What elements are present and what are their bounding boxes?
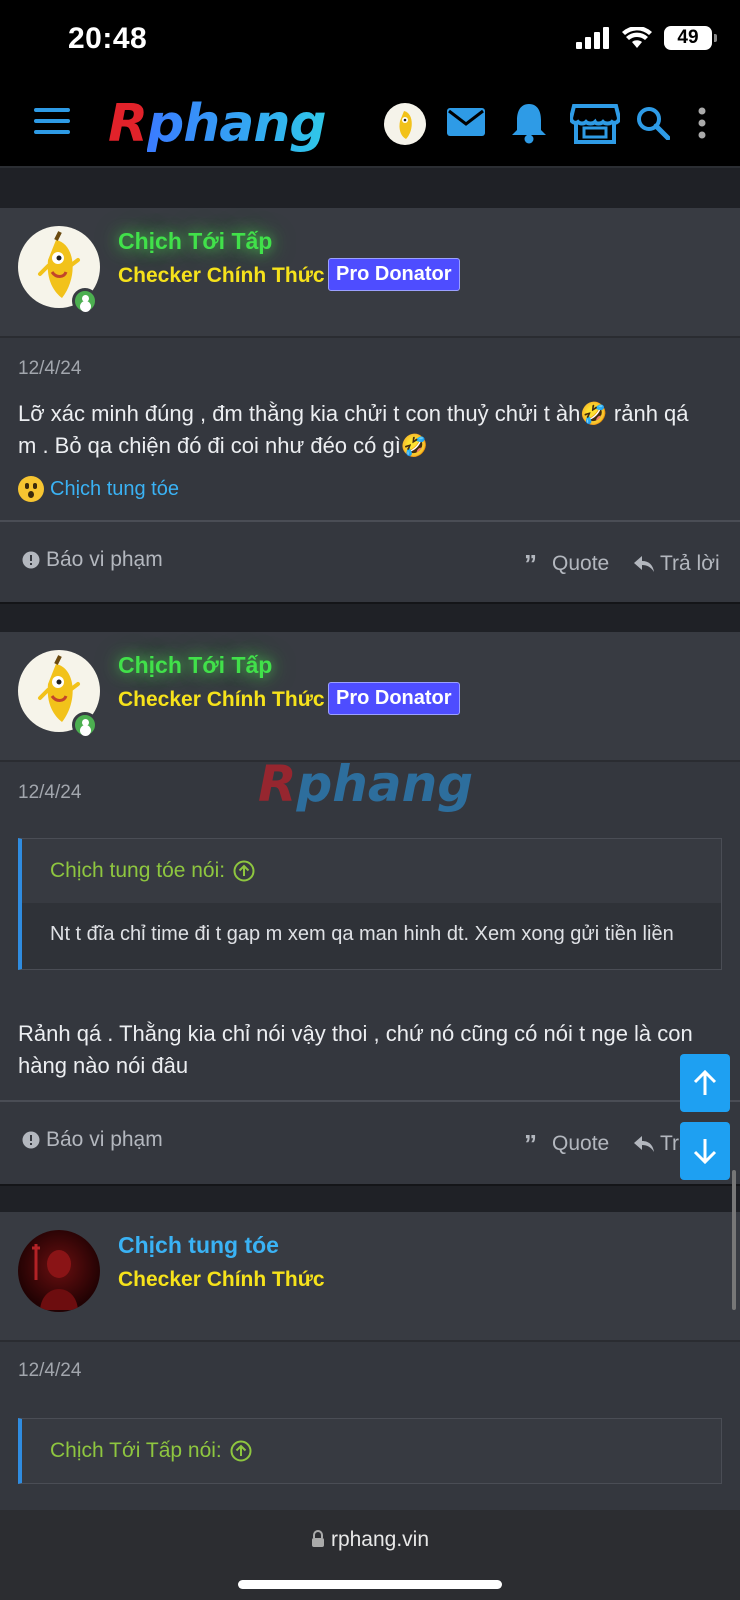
site-logo[interactable]: Rphang [108, 94, 327, 154]
post-date[interactable]: 12/4/24 [18, 1360, 81, 1382]
url-text: rphang.vin [330, 1528, 430, 1551]
status-icons: 49 [576, 26, 717, 50]
scrollbar[interactable] [732, 1170, 736, 1310]
user-title: Checker Chính Thức [118, 264, 325, 287]
quote-block: Chịch tung tóe nói: Nt t đĩa chỉ time đi… [18, 838, 722, 970]
reply-icon [634, 1136, 654, 1152]
home-indicator[interactable] [238, 1580, 502, 1589]
post-content: Rảnh qá . Thằng kia chỉ nói vậy thoi , c… [18, 1021, 693, 1078]
reaction-user[interactable]: Chịch tung tóe [50, 478, 179, 501]
quote-author[interactable]: Chịch Tới Tấp nói: [22, 1419, 721, 1483]
post: Chịch Tới Tấp Checker Chính Thức Pro Don… [0, 632, 740, 1184]
status-bar: 20:48 49 [0, 0, 740, 82]
report-button[interactable]: Báo vi phạm [22, 548, 163, 572]
quote-icon: ” [524, 1129, 537, 1159]
post-header: Chịch tung tóe Checker Chính Thức [0, 1212, 740, 1342]
user-title: Checker Chính Thức [118, 688, 325, 711]
arrow-up-icon [693, 1069, 717, 1095]
watermark-logo: Rphang [258, 755, 474, 813]
more-icon[interactable] [696, 106, 708, 140]
post-username[interactable]: Chịch tung tóe [118, 1232, 279, 1259]
signal-icon [576, 27, 609, 49]
quote-button[interactable]: ” Quote [524, 549, 609, 579]
scroll-bottom-button[interactable] [680, 1122, 730, 1180]
reaction-summary[interactable]: Chịch tung tóe [18, 476, 179, 502]
menu-icon[interactable] [34, 108, 70, 142]
search-icon[interactable] [636, 106, 670, 140]
pro-donator-badge: Pro Donator [328, 258, 460, 291]
reply-button[interactable]: Trả lời [634, 552, 720, 576]
quote-icon: ” [524, 549, 537, 579]
quote-button[interactable]: ” Quote [524, 1129, 609, 1159]
scroll-top-button[interactable] [680, 1054, 730, 1112]
post-username[interactable]: Chịch Tới Tấp [118, 228, 272, 255]
alert-icon [22, 1131, 40, 1149]
post-header: Chịch Tới Tấp Checker Chính Thức Pro Don… [0, 632, 740, 762]
reply-icon [634, 556, 654, 572]
lock-icon [311, 1530, 324, 1547]
arrow-down-icon [693, 1139, 717, 1165]
online-status-icon [72, 712, 98, 738]
post-header: Chịch Tới Tấp Checker Chính Thức Pro Don… [0, 208, 740, 338]
wifi-icon [622, 27, 652, 48]
divider [0, 1100, 740, 1102]
online-status-icon [72, 288, 98, 314]
post-date[interactable]: 12/4/24 [18, 358, 81, 380]
address-bar[interactable]: rphang.vin [0, 1528, 740, 1552]
report-button[interactable]: Báo vi phạm [22, 1128, 163, 1152]
post-date[interactable]: 12/4/24 [18, 782, 81, 804]
quote-author[interactable]: Chịch tung tóe nói: [22, 839, 721, 903]
avatar[interactable] [18, 1230, 100, 1312]
mail-icon[interactable] [446, 106, 486, 138]
quote-block: Chịch Tới Tấp nói: [18, 1418, 722, 1484]
app-header: Rphang [0, 82, 740, 168]
quote-text: Nt t đĩa chỉ time đi t gap m xem qa man … [22, 903, 721, 969]
arrow-up-circle-icon[interactable] [233, 860, 255, 882]
wow-reaction-icon [18, 476, 44, 502]
user-avatar[interactable] [384, 103, 426, 145]
status-time: 20:48 [68, 22, 148, 55]
thread-list: Chịch Tới Tấp Checker Chính Thức Pro Don… [0, 170, 740, 1510]
arrow-up-circle-icon[interactable] [230, 1440, 252, 1462]
battery-indicator: 49 [664, 26, 717, 50]
post-content: Lỡ xác minh đúng , đm thằng kia chửi t c… [18, 401, 689, 458]
bell-icon[interactable] [510, 102, 548, 144]
post: Chịch tung tóe Checker Chính Thức 12/4/2… [0, 1212, 740, 1510]
pro-donator-badge: Pro Donator [328, 682, 460, 715]
user-title: Checker Chính Thức [118, 1268, 325, 1291]
post: Chịch Tới Tấp Checker Chính Thức Pro Don… [0, 208, 740, 602]
browser-bottom-bar: rphang.vin [0, 1510, 740, 1600]
alert-icon [22, 551, 40, 569]
store-icon[interactable] [570, 102, 620, 146]
post-username[interactable]: Chịch Tới Tấp [118, 652, 272, 679]
divider [0, 520, 740, 522]
